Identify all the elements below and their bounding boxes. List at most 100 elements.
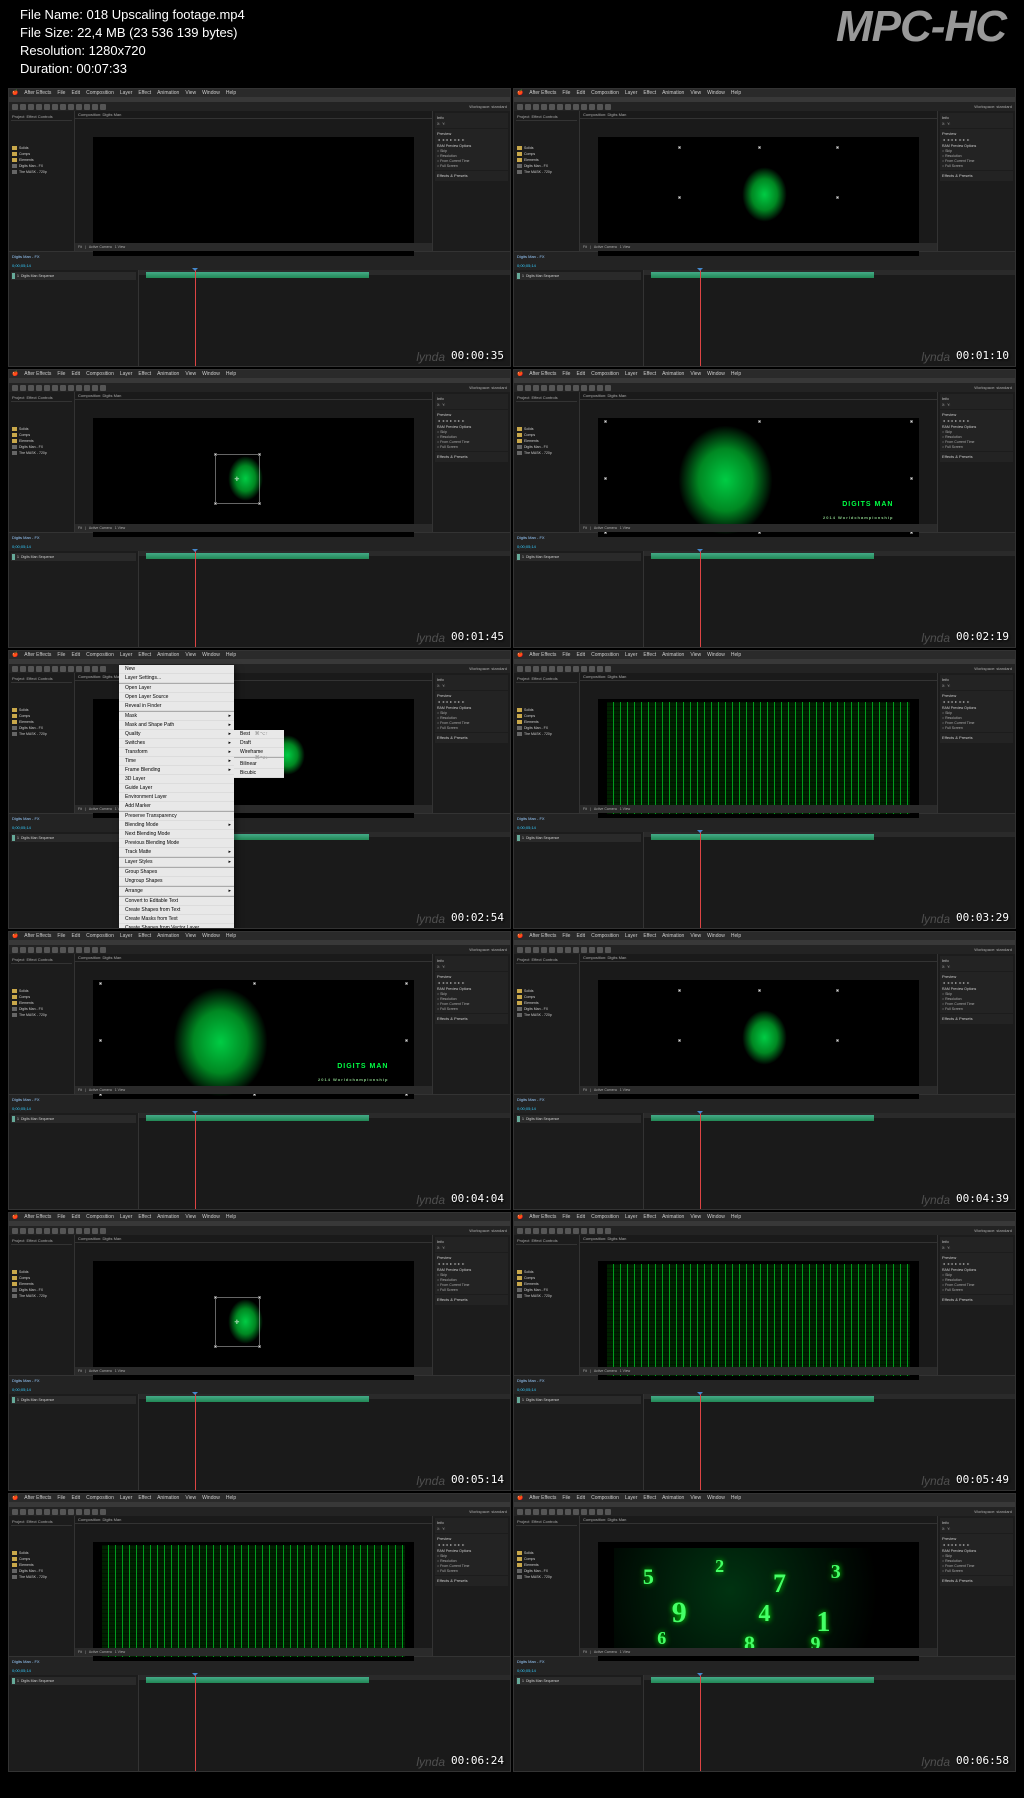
viewport-controls[interactable]: Fit|Active Camera1 View (75, 1086, 432, 1094)
tool-icon[interactable] (68, 104, 74, 110)
tool-icon[interactable] (76, 1509, 82, 1515)
menu-item[interactable]: Edit (70, 371, 81, 377)
menu-item[interactable]: Help (730, 1214, 742, 1220)
menu-item[interactable]: Animation (661, 371, 685, 377)
viewport-controls[interactable]: Fit|Active Camera1 View (580, 805, 937, 813)
tool-icon[interactable] (12, 1228, 18, 1234)
menu-item[interactable]: Animation (661, 90, 685, 96)
app-menubar[interactable]: 🍎After EffectsFileEditCompositionLayerEf… (514, 1494, 1015, 1502)
tool-icon[interactable] (12, 104, 18, 110)
tool-icon[interactable] (28, 947, 34, 953)
menu-item[interactable]: Help (730, 652, 742, 658)
tool-icon[interactable] (533, 1228, 539, 1234)
workspace-label[interactable]: Workspace: standard (974, 947, 1012, 952)
tool-icon[interactable] (44, 666, 50, 672)
layer-row[interactable]: 1Digits Man Sequence (11, 1115, 136, 1123)
context-menu-item[interactable]: Switches (119, 739, 234, 748)
menu-item[interactable]: After Effects (23, 933, 52, 939)
context-menu-item[interactable]: Previous Blending Mode (119, 839, 234, 848)
preview-panel[interactable]: Preview◄ ◄◄ ► ►► ►RAM Preview Options○ S… (435, 691, 508, 732)
project-tabs[interactable]: ProjectEffect Controls (11, 675, 72, 683)
menu-item[interactable]: After Effects (528, 371, 557, 377)
project-panel[interactable]: ProjectEffect ControlsSolidsCompsElement… (9, 954, 75, 1094)
tool-icon[interactable] (557, 947, 563, 953)
tool-icon[interactable] (44, 1228, 50, 1234)
right-panels[interactable]: InfoX: Y:Preview◄ ◄◄ ► ►► ►RAM Preview O… (937, 954, 1015, 1094)
workspace-label[interactable]: Workspace: standard (469, 1509, 507, 1514)
tool-icon[interactable] (565, 385, 571, 391)
menu-item[interactable]: File (56, 1495, 66, 1501)
effects-panel[interactable]: Effects & Presets (435, 1014, 508, 1024)
tool-icon[interactable] (100, 385, 106, 391)
menu-item[interactable]: View (184, 1495, 197, 1501)
tool-icon[interactable] (533, 104, 539, 110)
selection-box[interactable]: ✛ (215, 1297, 260, 1347)
layer-row[interactable]: 1Digits Man Sequence (11, 1396, 136, 1404)
context-menu-item[interactable]: Guide Layer (119, 784, 234, 793)
layer-row[interactable]: 1Digits Man Sequence (11, 834, 136, 842)
project-panel[interactable]: ProjectEffect ControlsSolidsCompsElement… (9, 1235, 75, 1375)
right-panels[interactable]: InfoX: Y:Preview◄ ◄◄ ► ►► ►RAM Preview O… (432, 1235, 510, 1375)
preview-panel[interactable]: Preview◄ ◄◄ ► ►► ►RAM Preview Options○ S… (940, 691, 1013, 732)
tool-icon[interactable] (541, 1509, 547, 1515)
tool-icon[interactable] (28, 104, 34, 110)
layer-row[interactable]: 1Digits Man Sequence (11, 1677, 136, 1685)
menu-item[interactable]: View (184, 1214, 197, 1220)
viewport-controls[interactable]: Fit|Active Camera1 View (580, 1086, 937, 1094)
tool-icon[interactable] (36, 666, 42, 672)
tool-icon[interactable] (589, 1509, 595, 1515)
context-menu-item[interactable]: Reveal in Finder (119, 702, 234, 711)
menu-item[interactable]: Composition (590, 371, 620, 377)
tool-icon[interactable] (605, 385, 611, 391)
context-menu-item[interactable]: Ungroup Shapes (119, 877, 234, 886)
composition-panel[interactable]: Composition: Digits Man DIGITS MAN 2014 … (580, 392, 937, 532)
menu-item[interactable]: File (56, 652, 66, 658)
app-toolbar[interactable]: Workspace: standard (514, 945, 1015, 954)
tool-icon[interactable] (76, 104, 82, 110)
tool-icon[interactable] (12, 947, 18, 953)
project-panel[interactable]: ProjectEffect ControlsSolidsCompsElement… (514, 1516, 580, 1656)
context-menu-item[interactable]: Open Layer (119, 684, 234, 693)
tool-icon[interactable] (36, 1228, 42, 1234)
menu-item[interactable]: Composition (85, 1495, 115, 1501)
app-toolbar[interactable]: Workspace: standard (514, 1226, 1015, 1235)
menu-item[interactable]: Composition (85, 652, 115, 658)
app-menubar[interactable]: 🍎After EffectsFileEditCompositionLayerEf… (514, 89, 1015, 97)
tool-icon[interactable] (581, 1509, 587, 1515)
tool-icon[interactable] (44, 947, 50, 953)
tool-icon[interactable] (100, 666, 106, 672)
tool-icon[interactable] (28, 1509, 34, 1515)
tool-icon[interactable] (597, 666, 603, 672)
layer-list[interactable]: 1Digits Man Sequence (514, 1675, 644, 1771)
tool-icon[interactable] (525, 947, 531, 953)
menu-item[interactable]: Window (201, 1495, 221, 1501)
tool-icon[interactable] (605, 666, 611, 672)
menu-item[interactable]: Help (730, 1495, 742, 1501)
menu-item[interactable]: After Effects (528, 933, 557, 939)
menu-item[interactable]: Composition (590, 90, 620, 96)
tool-icon[interactable] (541, 1228, 547, 1234)
menu-item[interactable]: Help (225, 371, 237, 377)
menu-item[interactable]: View (184, 652, 197, 658)
layer-list[interactable]: 1Digits Man Sequence (9, 1675, 139, 1771)
menu-item[interactable]: After Effects (528, 652, 557, 658)
tool-icon[interactable] (517, 385, 523, 391)
comp-viewport[interactable]: ✛ (93, 418, 414, 537)
menu-item[interactable]: Window (201, 90, 221, 96)
menu-item[interactable]: File (561, 1214, 571, 1220)
menu-item[interactable]: File (56, 90, 66, 96)
layer-row[interactable]: 1Digits Man Sequence (516, 834, 641, 842)
tool-icon[interactable] (605, 104, 611, 110)
viewport-controls[interactable]: Fit|Active Camera1 View (580, 524, 937, 532)
project-tabs[interactable]: ProjectEffect Controls (516, 394, 577, 402)
layer-list[interactable]: 1Digits Man Sequence (514, 270, 644, 366)
layer-row[interactable]: 1Digits Man Sequence (516, 1115, 641, 1123)
tool-icon[interactable] (68, 947, 74, 953)
effects-panel[interactable]: Effects & Presets (940, 1014, 1013, 1024)
app-toolbar[interactable]: Workspace: standard (9, 383, 510, 392)
video-thumbnail[interactable]: 🍎After EffectsFileEditCompositionLayerEf… (513, 1212, 1016, 1491)
tool-icon[interactable] (525, 1228, 531, 1234)
context-menu-item[interactable]: Preserve Transparency (119, 812, 234, 821)
effects-panel[interactable]: Effects & Presets (940, 171, 1013, 181)
app-toolbar[interactable]: Workspace: standard (9, 664, 510, 673)
